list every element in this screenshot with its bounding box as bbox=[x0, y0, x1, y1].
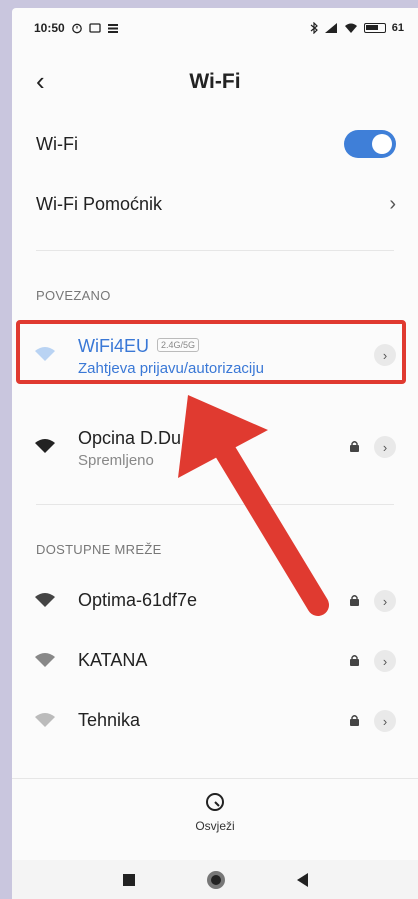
refresh-icon bbox=[206, 793, 224, 811]
lock-icon bbox=[350, 595, 359, 606]
highlight-annotation bbox=[16, 320, 406, 384]
page-header: ‹ Wi-Fi bbox=[12, 60, 418, 104]
phone-screen: 10:50 61 ‹ Wi-Fi Wi-Fi Wi-Fi Pomoćnik › … bbox=[12, 8, 418, 899]
wifi-label: Wi-Fi bbox=[36, 133, 78, 154]
status-right: 61 bbox=[310, 22, 404, 34]
refresh-label: Osvježi bbox=[195, 819, 235, 833]
refresh-area: Osvježi bbox=[12, 778, 418, 858]
status-time: 10:50 bbox=[34, 21, 65, 35]
wifi-icon bbox=[35, 653, 55, 667]
section-title-available: DOSTUPNE MREŽE bbox=[36, 542, 162, 557]
divider bbox=[36, 504, 394, 505]
chevron-right-icon: › bbox=[382, 713, 388, 729]
wifi-status-icon bbox=[344, 23, 357, 33]
recent-apps-button[interactable] bbox=[122, 873, 135, 886]
network-row-optima[interactable]: Optima-61df7e › bbox=[12, 570, 418, 630]
back-button[interactable]: ‹ bbox=[36, 68, 45, 94]
wifi-icon bbox=[35, 593, 55, 607]
signal-icon bbox=[324, 23, 337, 33]
status-bar: 10:50 61 bbox=[12, 8, 418, 48]
wifi-icon bbox=[35, 713, 55, 727]
section-title-connected: POVEZANO bbox=[36, 288, 111, 303]
status-left: 10:50 bbox=[34, 21, 119, 35]
network-row-opcina[interactable]: Opcina D.Du Spremljeno › bbox=[12, 416, 418, 476]
wifi-toggle-row[interactable]: Wi-Fi bbox=[12, 120, 418, 168]
wifi-toggle[interactable] bbox=[344, 130, 396, 158]
battery-level: 61 bbox=[391, 22, 404, 34]
chevron-right-icon: › bbox=[382, 653, 388, 669]
bluetooth-icon bbox=[310, 22, 318, 34]
network-name: KATANA bbox=[78, 650, 148, 670]
chevron-right-icon: › bbox=[382, 593, 388, 609]
navigation-bar bbox=[12, 860, 418, 899]
back-nav-button[interactable] bbox=[296, 872, 308, 887]
wifi-assistant-label: Wi-Fi Pomoćnik bbox=[36, 193, 163, 214]
network-row-katana[interactable]: KATANA › bbox=[12, 630, 418, 690]
page-title: Wi-Fi bbox=[189, 70, 241, 93]
home-button[interactable] bbox=[206, 870, 225, 889]
network-details-button[interactable]: › bbox=[374, 710, 396, 732]
refresh-button[interactable]: Osvježi bbox=[175, 791, 255, 847]
network-name: Tehnika bbox=[78, 710, 141, 730]
network-details-button[interactable]: › bbox=[374, 650, 396, 672]
alarm-icon bbox=[71, 23, 82, 34]
lock-icon bbox=[350, 441, 359, 452]
wifi-icon bbox=[35, 439, 55, 453]
divider bbox=[36, 250, 394, 251]
network-name: Optima-61df7e bbox=[78, 590, 198, 610]
network-row-tehnika[interactable]: Tehnika › bbox=[12, 690, 418, 750]
menu-icon bbox=[107, 24, 118, 33]
chevron-right-icon: › bbox=[382, 439, 388, 455]
notification-icon bbox=[89, 23, 101, 33]
lock-icon bbox=[350, 715, 359, 726]
network-details-button[interactable]: › bbox=[374, 590, 396, 612]
chevron-right-icon: › bbox=[389, 192, 396, 215]
lock-icon bbox=[350, 655, 359, 666]
network-status: Spremljeno bbox=[78, 452, 154, 469]
wifi-assistant-row[interactable]: Wi-Fi Pomoćnik › bbox=[12, 176, 418, 232]
network-name: Opcina D.Du bbox=[78, 428, 182, 448]
network-details-button[interactable]: › bbox=[374, 436, 396, 458]
battery-icon bbox=[363, 23, 386, 33]
